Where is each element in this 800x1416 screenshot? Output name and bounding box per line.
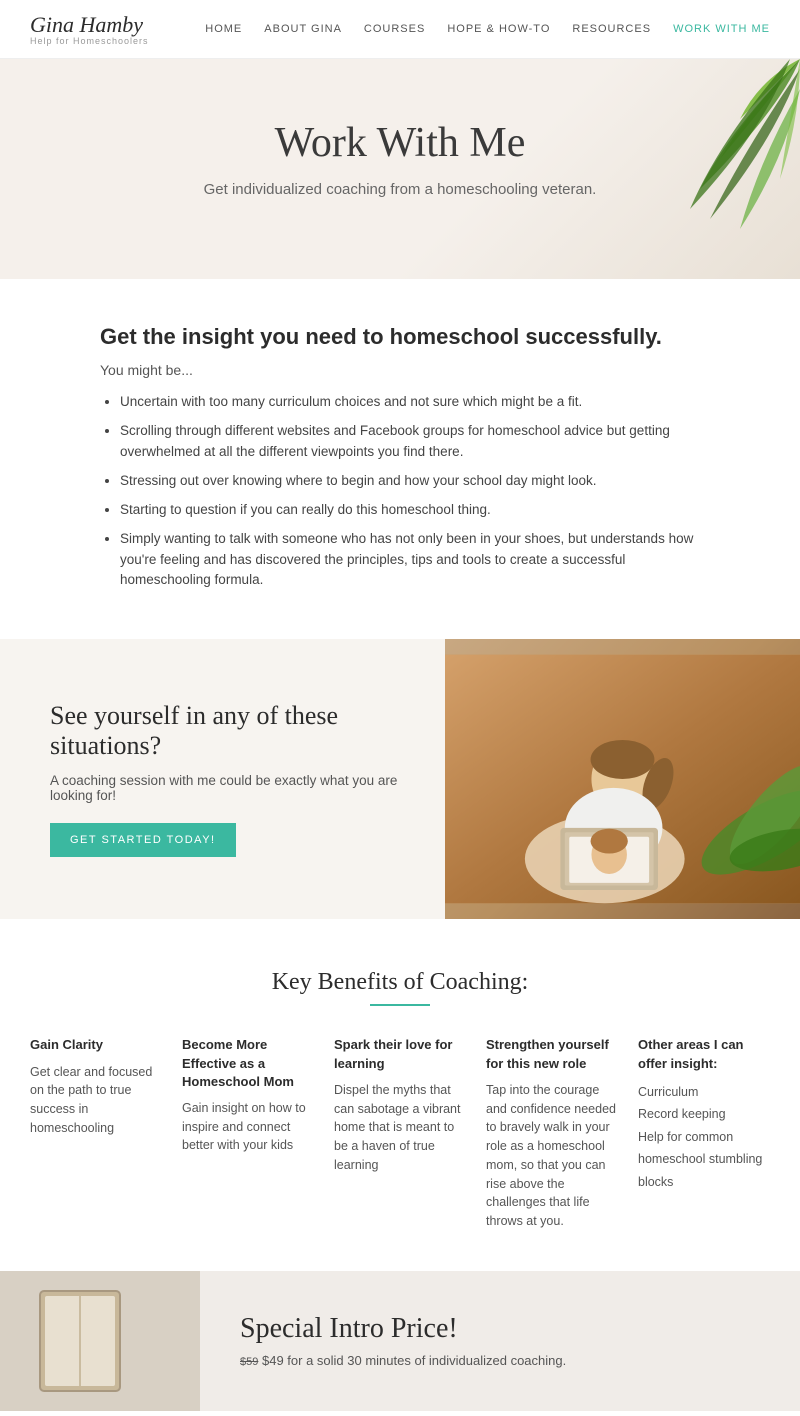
logo-subtitle: Help for Homeschoolers	[30, 36, 149, 46]
navigation: Gina Hamby Help for Homeschoolers HOME A…	[0, 0, 800, 59]
coaching-description: A coaching session with me could be exac…	[50, 773, 405, 803]
benefit-effective-title: Become More Effective as a Homeschool Mo…	[182, 1036, 314, 1091]
benefit-spark-title: Spark their love for learning	[334, 1036, 466, 1072]
benefit-strengthen-body: Tap into the courage and confidence need…	[486, 1081, 618, 1231]
get-started-button[interactable]: GET STARTED TODAY!	[50, 823, 236, 857]
coaching-section: See yourself in any of these situations?…	[0, 639, 800, 919]
nav-links: HOME ABOUT GINA COURSES HOPE & HOW-TO RE…	[205, 23, 770, 35]
list-item: Starting to question if you can really d…	[120, 500, 700, 521]
special-intro-price: $59 $49 for a solid 30 minutes of indivi…	[240, 1353, 566, 1368]
logo: Gina Hamby Help for Homeschoolers	[30, 12, 149, 46]
list-item: Uncertain with too many curriculum choic…	[120, 392, 700, 413]
nav-work[interactable]: WORK WITH ME	[673, 23, 770, 35]
nav-hope[interactable]: HOPE & HOW-TO	[447, 23, 550, 35]
benefit-other-list: Curriculum Record keeping Help for commo…	[638, 1081, 770, 1194]
list-item: Curriculum	[638, 1081, 770, 1104]
insight-bullets: Uncertain with too many curriculum choic…	[100, 392, 700, 591]
hero-palm-decoration	[590, 59, 800, 259]
nav-about[interactable]: ABOUT GINA	[264, 23, 342, 35]
list-item: Record keeping	[638, 1103, 770, 1126]
list-item: Help for common homeschool stumbling blo…	[638, 1126, 770, 1194]
list-item: Simply wanting to talk with someone who …	[120, 529, 700, 592]
special-intro-section: Special Intro Price! $59 $49 for a solid…	[0, 1271, 800, 1411]
benefit-clarity-body: Get clear and focused on the path to tru…	[30, 1063, 162, 1138]
insight-you-might: You might be...	[100, 362, 700, 378]
benefit-strengthen-title: Strengthen yourself for this new role	[486, 1036, 618, 1072]
price-description: $49 for a solid 30 minutes of individual…	[262, 1353, 566, 1368]
list-item: Scrolling through different websites and…	[120, 421, 700, 463]
hero-section: Work With Me Get individualized coaching…	[0, 59, 800, 279]
benefit-spark-body: Dispel the myths that can sabotage a vib…	[334, 1081, 466, 1175]
coaching-photo	[445, 639, 800, 919]
coaching-image	[445, 639, 800, 919]
insight-section: Get the insight you need to homeschool s…	[0, 279, 800, 639]
logo-name: Gina Hamby	[30, 12, 143, 37]
benefit-effective-body: Gain insight on how to inspire and conne…	[182, 1099, 314, 1155]
benefits-divider	[370, 1004, 430, 1006]
benefit-clarity-title: Gain Clarity	[30, 1036, 162, 1054]
list-item: Stressing out over knowing where to begi…	[120, 471, 700, 492]
special-intro-text: Special Intro Price! $59 $49 for a solid…	[200, 1283, 606, 1398]
insight-heading: Get the insight you need to homeschool s…	[100, 324, 700, 350]
special-intro-heading: Special Intro Price!	[240, 1313, 566, 1345]
coaching-text: See yourself in any of these situations?…	[0, 651, 445, 907]
nav-resources[interactable]: RESOURCES	[572, 23, 651, 35]
coaching-heading: See yourself in any of these situations?	[50, 701, 405, 761]
benefit-other-title: Other areas I can offer insight:	[638, 1036, 770, 1072]
benefits-section: Key Benefits of Coaching: Gain Clarity G…	[0, 919, 800, 1270]
benefits-heading: Key Benefits of Coaching:	[30, 969, 770, 996]
special-intro-image	[0, 1271, 200, 1411]
nav-courses[interactable]: COURSES	[364, 23, 425, 35]
price-old: $59	[240, 1356, 258, 1368]
intro-photo	[0, 1271, 200, 1411]
nav-home[interactable]: HOME	[205, 23, 242, 35]
